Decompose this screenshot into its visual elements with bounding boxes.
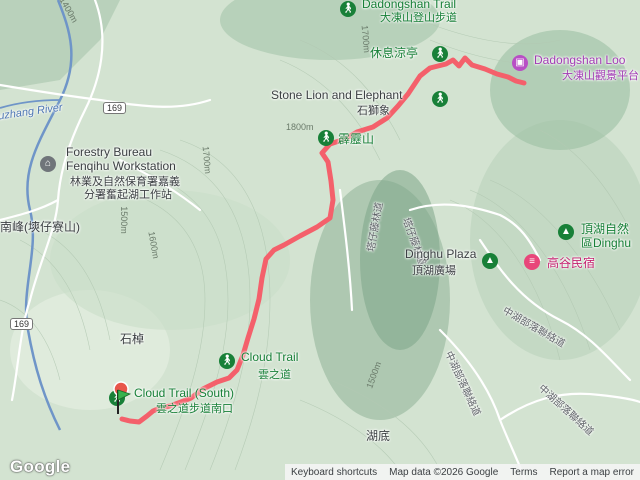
- poi-label-stone-lion-zh: 石獅象: [357, 105, 390, 117]
- poi-label-stone-lion[interactable]: Stone Lion and Elephant: [271, 88, 402, 102]
- poi-label-forestry-2[interactable]: Fenqihu Workstation: [66, 159, 176, 173]
- attribution-bar: Keyboard shortcuts Map data ©2026 Google…: [284, 464, 640, 480]
- tree-icon[interactable]: ▲: [482, 253, 498, 269]
- poi-label-peak[interactable]: 霹靂山: [338, 130, 374, 147]
- terms-link[interactable]: Terms: [504, 467, 543, 478]
- poi-label-dinghu-nature-2: 區Dinghu: [581, 236, 632, 250]
- building-icon[interactable]: ⌂: [40, 156, 56, 172]
- poi-label-cloud-trail-south-zh: 雲之道步道南口: [156, 403, 233, 415]
- camera-icon[interactable]: ▣: [512, 55, 528, 71]
- hiking-icon[interactable]: 🚶︎: [432, 46, 448, 62]
- road-shield-169: 169: [10, 318, 34, 330]
- map-canvas[interactable]: 169 169 uzhang River 1400m 1500m 1600m 1…: [0, 0, 640, 480]
- google-logo: Google: [10, 457, 71, 476]
- poi-label-cloud-trail-south[interactable]: Cloud Trail (South): [134, 386, 234, 400]
- contour-label: 1500m: [118, 206, 129, 234]
- poi-label-dinghu-plaza[interactable]: Dinghu Plaza: [405, 247, 476, 261]
- poi-label-forestry-zh-2: 分署奮起湖工作站: [84, 189, 172, 201]
- poi-label-forestry-1[interactable]: Forestry Bureau: [66, 145, 152, 159]
- report-map-error-link[interactable]: Report a map error: [544, 467, 640, 478]
- hiking-icon[interactable]: 🚶︎: [318, 130, 334, 146]
- hiking-icon[interactable]: 🚶︎: [340, 1, 356, 17]
- poi-label-dadongshan-trail-zh: 大凍山登山步道: [380, 12, 457, 24]
- poi-label-lookout-zh: 大凍山觀景平台: [562, 70, 639, 82]
- place-label-mountain: 南峰(塽仔寮山): [0, 220, 80, 234]
- place-label-shizhang: 石棹: [120, 332, 145, 346]
- keyboard-shortcuts-link[interactable]: Keyboard shortcuts: [285, 467, 383, 478]
- tree-icon[interactable]: ▲: [558, 224, 574, 240]
- terrain-layer: [0, 0, 640, 480]
- poi-label-cloud-trail-zh: 雲之道: [258, 369, 291, 381]
- poi-label-dinghu-plaza-zh: 頂湖廣場: [412, 265, 456, 277]
- road-shield-169: 169: [103, 102, 127, 114]
- hiking-icon[interactable]: 🚶︎: [432, 91, 448, 107]
- bed-icon[interactable]: ≡: [524, 254, 540, 270]
- contour-label: 1800m: [286, 122, 314, 132]
- poi-label-gaogu-bnb[interactable]: 高谷民宿: [547, 254, 595, 271]
- poi-label-rest-pavilion[interactable]: 休息涼亭: [370, 44, 418, 61]
- place-label-hudi: 湖底: [366, 429, 391, 443]
- track-start-flag-icon[interactable]: [114, 388, 134, 416]
- poi-label-cloud-trail[interactable]: Cloud Trail: [241, 350, 298, 364]
- poi-label-lookout[interactable]: Dadongshan Loo: [534, 53, 625, 67]
- hiking-icon[interactable]: 🚶︎: [219, 353, 235, 369]
- map-data-text: Map data ©2026 Google: [389, 466, 499, 478]
